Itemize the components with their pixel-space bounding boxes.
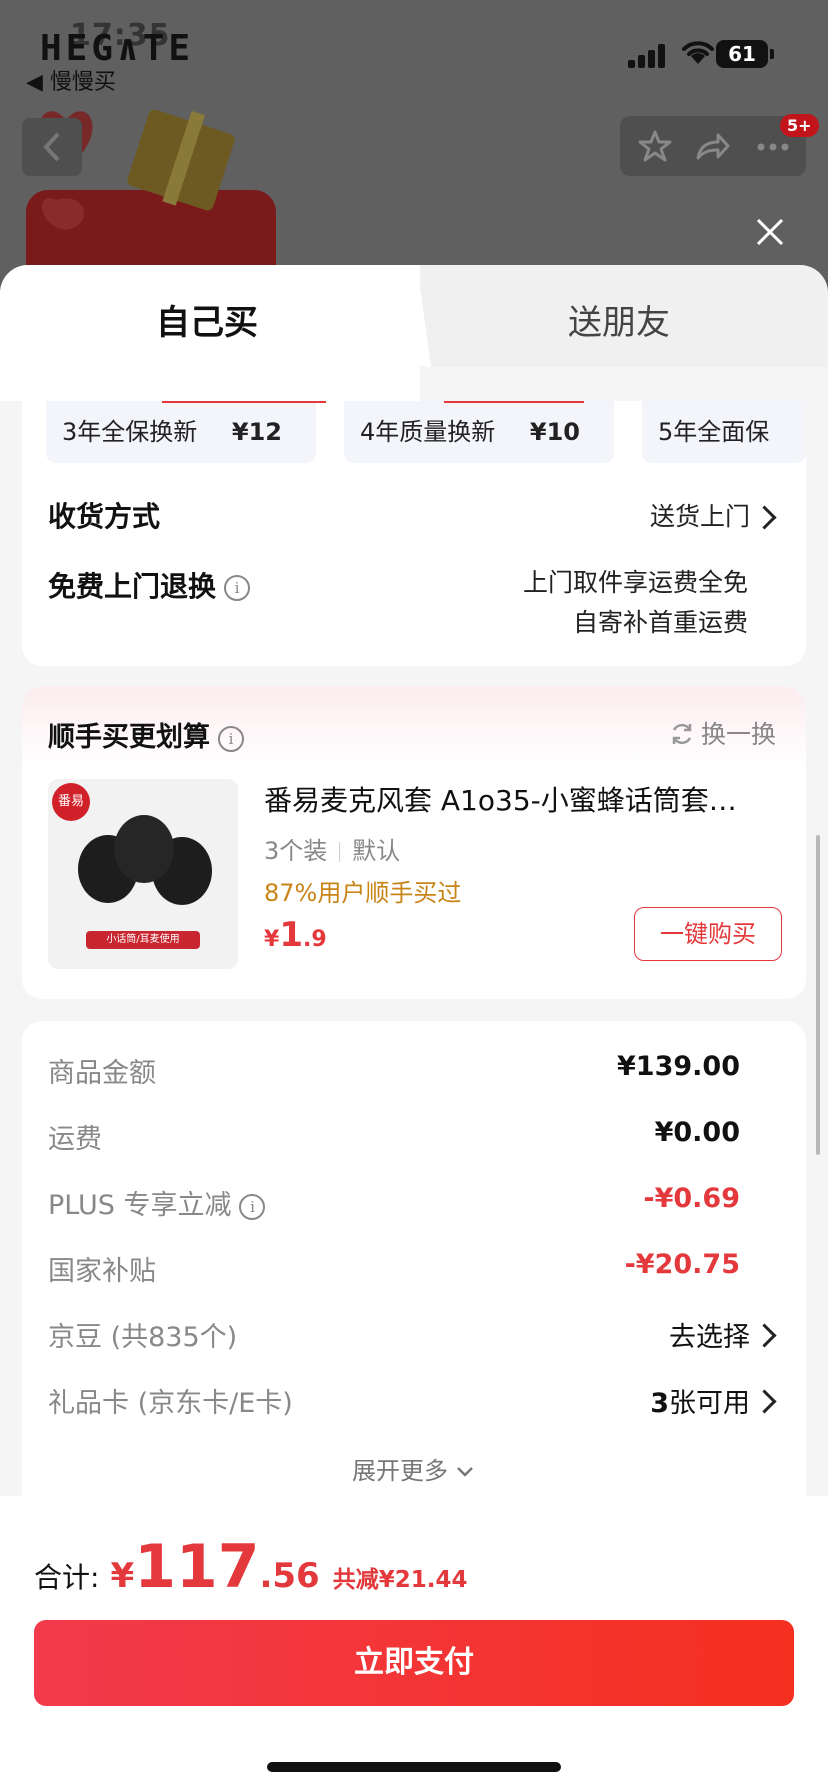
fee-row-plus: PLUS 专享立减 i -¥0.69	[48, 1183, 740, 1221]
info-icon[interactable]: i	[239, 1193, 266, 1220]
share-icon[interactable]	[694, 132, 730, 162]
service-option[interactable]: 5年全面保	[642, 401, 806, 463]
info-icon[interactable]: i	[224, 575, 251, 601]
signal-icon	[628, 44, 668, 68]
chevron-down-icon	[457, 1467, 473, 1477]
message-badge: 5+	[780, 114, 819, 137]
product-name[interactable]: 番易麦克风套 A1o35-小蜜蜂话筒套…	[264, 779, 737, 819]
back-button[interactable]	[22, 118, 82, 176]
top-actions	[620, 116, 806, 176]
tab-buy-self-label: 自己买	[156, 303, 258, 343]
close-icon[interactable]	[752, 214, 788, 250]
product-image-tag: 小话筒/耳麦使用	[86, 931, 200, 949]
more-icon[interactable]	[756, 142, 790, 152]
expand-more-button[interactable]: 展开更多	[22, 1451, 806, 1486]
buy-mode-tabs: 自己买 送朋友	[0, 265, 828, 401]
star-icon[interactable]	[638, 130, 672, 162]
delivery-label: 收货方式	[48, 500, 161, 533]
product-buy-rate: 87%用户顺手买过	[264, 879, 462, 907]
battery-icon: 61	[716, 40, 774, 68]
fee-row-giftcard[interactable]: 礼品卡 (京东卡/E卡) 3张可用	[22, 1381, 806, 1421]
product-spec: 3个装 默认	[264, 837, 401, 865]
scrollbar[interactable]	[816, 835, 820, 1155]
free-return-line2: 自寄补首重运费	[572, 608, 748, 637]
pay-now-button[interactable]: 立即支付	[34, 1620, 794, 1706]
fee-row-subsidy: 国家补贴 -¥20.75	[48, 1249, 740, 1287]
delivery-value[interactable]: 送货上门	[650, 497, 750, 533]
chevron-right-icon	[752, 505, 777, 530]
home-indicator	[267, 1762, 561, 1772]
chevron-right-icon	[752, 1323, 777, 1348]
refresh-icon	[672, 723, 692, 745]
recommendation-title: 顺手买更划算 i	[48, 715, 244, 754]
service-option[interactable]: 3年全保换新 ¥12	[46, 401, 326, 463]
swap-button[interactable]: 换一换	[669, 715, 776, 751]
tab-gift-friend-label: 送朋友	[568, 303, 670, 343]
fee-row-goods: 商品金额 ¥139.00	[48, 1051, 740, 1089]
service-option[interactable]: 4年质量换新 ¥10	[344, 401, 614, 463]
price-breakdown-card: 商品金额 ¥139.00 运费 ¥0.00 PLUS 专享立减 i -¥0.69 国家补…	[22, 1021, 806, 1521]
order-options-card: 3年全保换新 ¥12 4年质量换新 ¥10 5年全面保 收货方式 送货上门 免费…	[22, 401, 806, 666]
product-price: ¥1.9	[264, 915, 327, 955]
background-page: HEG∧TE 17:35 ◀ 慢慢买 61 5+	[0, 0, 828, 280]
total-saving: 共减¥21.44	[332, 1567, 468, 1593]
chevron-left-icon	[43, 132, 60, 162]
one-click-buy-button[interactable]: 一键购买	[634, 907, 782, 961]
free-return-line1: 上门取件享运费全免	[522, 568, 748, 597]
total-amount: 合计: ¥117.56 共减¥21.44	[34, 1532, 468, 1602]
product-image[interactable]: 番易 小话筒/耳麦使用	[48, 779, 238, 969]
back-to-app-link[interactable]: ◀ 慢慢买	[26, 64, 116, 96]
info-icon[interactable]: i	[218, 725, 244, 752]
chevron-right-icon	[752, 1389, 777, 1414]
free-return-label: 免费上门退换 i	[48, 565, 251, 605]
fee-row-shipping: 运费 ¥0.00	[48, 1117, 740, 1155]
status-time: 17:35	[70, 18, 171, 53]
recommendation-card: 顺手买更划算 i 换一换 番易 小话筒/耳麦使用 番易麦克风套 A1o35-小蜜蜂…	[22, 687, 806, 999]
checkout-bar: 合计: ¥117.56 共减¥21.44 立即支付	[0, 1496, 828, 1792]
fee-row-jingdou[interactable]: 京豆 (共835个) 去选择	[22, 1315, 806, 1355]
wifi-icon	[682, 41, 714, 64]
